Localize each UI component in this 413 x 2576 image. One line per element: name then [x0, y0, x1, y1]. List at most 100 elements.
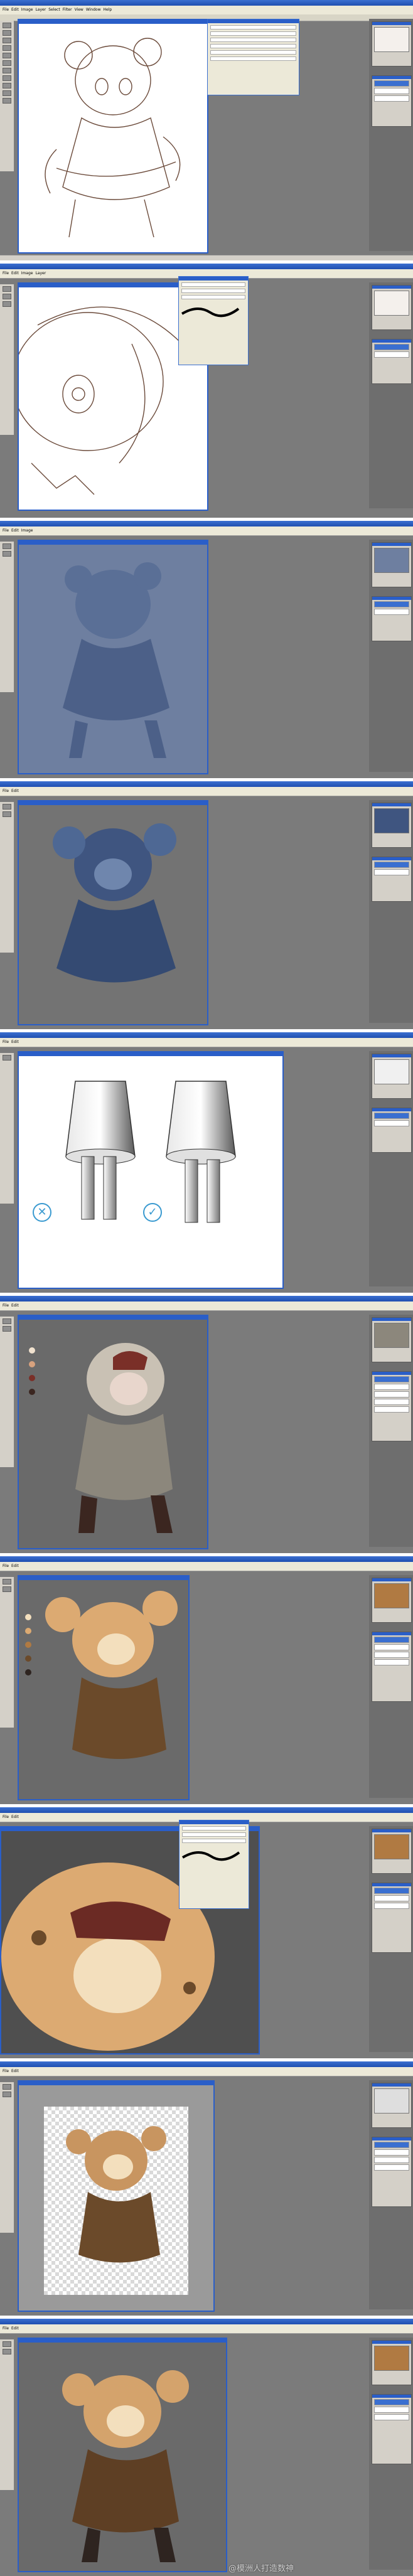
navigator-palette[interactable]	[372, 2340, 412, 2385]
eraser-tool-icon[interactable]	[3, 301, 11, 307]
gradient-tool-icon[interactable]	[3, 60, 11, 66]
menu-edit[interactable]: Edit	[11, 1815, 19, 1819]
lasso-tool-icon[interactable]	[3, 38, 11, 43]
menu-file[interactable]: File	[3, 8, 9, 12]
brush-tool-icon[interactable]	[3, 45, 11, 51]
menu-file[interactable]: File	[3, 1303, 9, 1308]
move-tool-icon[interactable]	[3, 286, 11, 292]
pen-tool-icon[interactable]	[3, 75, 11, 81]
layers-palette[interactable]	[372, 1371, 412, 1441]
layers-palette[interactable]	[372, 75, 412, 127]
layers-palette[interactable]	[372, 2137, 412, 2207]
swatch-3[interactable]	[25, 1642, 31, 1648]
layer-row[interactable]	[374, 1888, 409, 1894]
brush-presets-dialog[interactable]	[179, 1820, 249, 1909]
layer-row[interactable]	[374, 2164, 409, 2171]
move-tool-icon[interactable]	[3, 543, 11, 549]
brush-tool-icon[interactable]	[3, 2092, 11, 2097]
hand-tool-icon[interactable]	[3, 90, 11, 96]
preset-row[interactable]	[182, 1839, 246, 1843]
menu-view[interactable]: View	[75, 8, 83, 12]
zoom-tool-icon[interactable]	[3, 98, 11, 104]
layers-palette[interactable]	[372, 1108, 412, 1153]
layer-row[interactable]	[374, 1644, 409, 1650]
menu-edit[interactable]: Edit	[11, 1564, 19, 1568]
text-tool-icon[interactable]	[3, 83, 11, 88]
brush-tool-icon[interactable]	[3, 811, 11, 817]
swatch-3[interactable]	[29, 1375, 35, 1381]
setting-row[interactable]	[210, 25, 296, 29]
navigator-palette[interactable]	[372, 1317, 412, 1362]
swatch-5[interactable]	[25, 1669, 31, 1675]
menu-file[interactable]: File	[3, 2069, 9, 2073]
menu-edit[interactable]: Edit	[11, 2326, 19, 2331]
layer-row[interactable]	[374, 2157, 409, 2163]
brush-tool-icon[interactable]	[3, 1586, 11, 1592]
layers-palette[interactable]	[372, 1632, 412, 1702]
menu-edit[interactable]: Edit	[11, 8, 19, 12]
layers-palette[interactable]	[372, 857, 412, 902]
swatch-4[interactable]	[25, 1655, 31, 1662]
menu-filter[interactable]: Filter	[63, 8, 72, 12]
document-window[interactable]	[18, 800, 208, 1025]
menu-edit[interactable]: Edit	[11, 271, 19, 275]
navigator-palette[interactable]	[372, 1578, 412, 1623]
layer-row[interactable]	[374, 95, 409, 102]
menu-edit[interactable]: Edit	[11, 2069, 19, 2073]
menu-edit[interactable]: Edit	[11, 1040, 19, 1044]
document-window[interactable]: ✕ ✓	[18, 1051, 284, 1289]
layer-row[interactable]	[374, 1895, 409, 1901]
layer-row[interactable]	[374, 2407, 409, 2413]
brush-tool-icon[interactable]	[3, 551, 11, 557]
navigator-palette[interactable]	[372, 1829, 412, 1874]
marquee-tool-icon[interactable]	[3, 30, 11, 36]
document-window[interactable]	[18, 1315, 208, 1549]
layer-row[interactable]	[374, 601, 409, 607]
menu-layer[interactable]: Layer	[35, 8, 46, 12]
document-window[interactable]	[18, 1575, 190, 1800]
dodge-tool-icon[interactable]	[3, 68, 11, 73]
layer-row[interactable]	[374, 609, 409, 615]
layer-row[interactable]	[374, 344, 409, 350]
navigator-palette[interactable]	[372, 803, 412, 848]
brush-tool-icon[interactable]	[3, 294, 11, 299]
layer-row[interactable]	[374, 1384, 409, 1390]
swatch-1[interactable]	[25, 1614, 31, 1620]
menu-edit[interactable]: Edit	[11, 528, 19, 533]
document-window[interactable]	[18, 2080, 215, 2312]
menu-file[interactable]: File	[3, 2326, 9, 2331]
menu-edit[interactable]: Edit	[11, 1303, 19, 1308]
layer-row[interactable]	[374, 1659, 409, 1665]
layer-row[interactable]	[374, 351, 409, 358]
swatch-4[interactable]	[29, 1389, 35, 1395]
menu-window[interactable]: Window	[86, 8, 101, 12]
layer-row[interactable]	[374, 2399, 409, 2405]
layer-row[interactable]	[374, 1399, 409, 1405]
layer-row[interactable]	[374, 1376, 409, 1382]
navigator-palette[interactable]	[372, 1054, 412, 1099]
layer-row[interactable]	[374, 869, 409, 875]
navigator-palette[interactable]	[372, 285, 412, 330]
preset-row[interactable]	[182, 1826, 246, 1830]
navigator-palette[interactable]	[372, 2083, 412, 2128]
document-window[interactable]	[18, 2338, 227, 2572]
brush-tool-icon[interactable]	[3, 2349, 11, 2354]
layers-palette[interactable]	[372, 1883, 412, 1953]
layer-row[interactable]	[374, 1637, 409, 1643]
move-tool-icon[interactable]	[3, 23, 11, 28]
layer-row[interactable]	[374, 1120, 409, 1126]
preset-row[interactable]	[182, 1832, 246, 1837]
menu-image[interactable]: Image	[21, 528, 33, 533]
menu-file[interactable]: File	[3, 528, 9, 533]
menu-file[interactable]: File	[3, 1564, 9, 1568]
swatch-2[interactable]	[29, 1361, 35, 1367]
layer-row[interactable]	[374, 80, 409, 87]
setting-row[interactable]	[210, 56, 296, 61]
preset-row[interactable]	[181, 289, 245, 293]
menu-select[interactable]: Select	[48, 8, 60, 12]
swatch-2[interactable]	[25, 1628, 31, 1634]
brush-settings-dialog[interactable]	[207, 19, 299, 95]
menu-help[interactable]: Help	[104, 8, 112, 12]
layers-palette[interactable]	[372, 596, 412, 641]
layer-row[interactable]	[374, 862, 409, 868]
